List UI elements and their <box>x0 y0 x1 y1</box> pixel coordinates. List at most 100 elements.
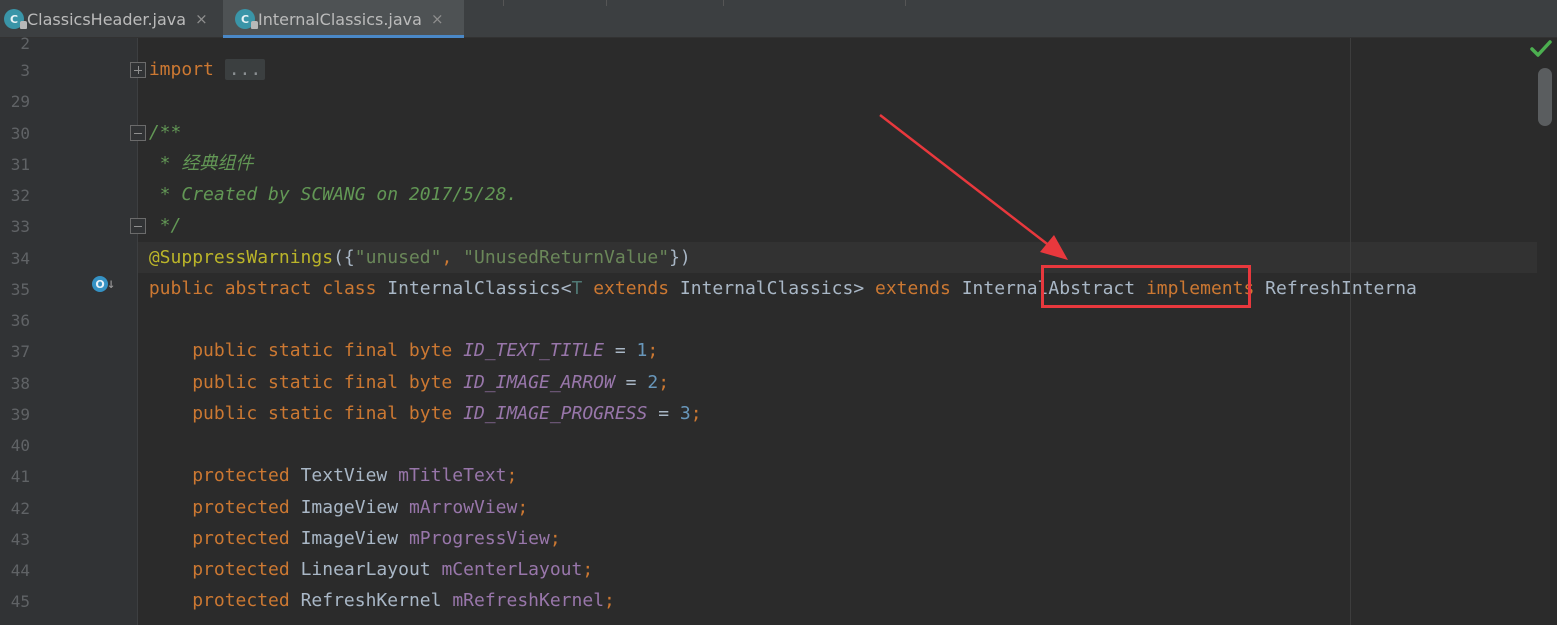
punct: ; <box>690 403 702 424</box>
code-line: * Created by SCWANG on 2017/5/28. <box>138 179 1537 210</box>
doc-comment: * Created by SCWANG on 2017/5/28. <box>148 184 518 205</box>
class-name: InternalClassics <box>387 278 561 299</box>
keyword: abstract <box>224 278 312 299</box>
line-number: 43 <box>10 530 30 549</box>
string-literal: "unused" <box>354 247 442 268</box>
field-name: mProgressView <box>408 528 550 549</box>
line-number: 45 <box>10 592 30 611</box>
punct: , <box>441 247 464 268</box>
code-line-current: @SuppressWarnings({"unused", "UnusedRetu… <box>138 242 1537 273</box>
keyword: public <box>148 278 214 299</box>
keyword: import <box>148 59 214 80</box>
punct: ; <box>517 497 529 518</box>
line-number: 41 <box>10 467 30 486</box>
line-number: 36 <box>10 311 30 330</box>
type-name: LinearLayout <box>300 559 431 580</box>
line-number: 32 <box>10 186 30 205</box>
modifier: protected <box>192 559 290 580</box>
keyword: extends <box>875 278 951 299</box>
java-class-icon: C <box>4 9 27 29</box>
line-number: 3 <box>20 61 30 80</box>
tab-label: ClassicsHeader.java <box>27 9 187 29</box>
line-number: 34 <box>10 249 30 268</box>
type-name: ImageView <box>300 497 399 518</box>
implements-method-icon[interactable]: O <box>92 276 108 292</box>
punct: > <box>853 278 865 299</box>
code-line: protected TextView mTitleText; <box>138 460 1537 491</box>
doc-comment: /** <box>148 122 182 143</box>
line-number: 31 <box>10 155 30 174</box>
line-number: 44 <box>10 561 30 580</box>
line-number: 35 <box>10 280 30 299</box>
constant-name: ID_TEXT_TITLE <box>463 340 605 361</box>
line-number: 39 <box>10 405 30 424</box>
punct: ; <box>604 590 615 611</box>
annotation: @SuppressWarnings <box>148 247 334 268</box>
code-line: * 经典组件 <box>138 148 1537 179</box>
modifiers: public static final byte <box>192 372 453 393</box>
type-name: InternalClassics <box>679 278 854 299</box>
keyword: implements <box>1145 278 1255 299</box>
code-line: */ <box>138 210 1537 241</box>
line-number: 38 <box>10 374 30 393</box>
tab-separator <box>723 0 724 6</box>
line-number: 33 <box>10 217 30 236</box>
punct: ; <box>549 528 561 549</box>
interface-name[interactable]: RefreshInterna <box>1265 278 1417 299</box>
number-literal: 3 <box>679 403 691 424</box>
code-editor[interactable]: import ... /** * 经典组件 * Created by SCWAN… <box>138 38 1537 625</box>
constant-name: ID_IMAGE_PROGRESS <box>463 403 648 424</box>
inspection-ok-icon[interactable] <box>1530 40 1552 58</box>
tab-label: InternalClassics.java <box>258 9 422 29</box>
punct: ; <box>506 465 518 486</box>
punct: ; <box>658 372 670 393</box>
tab-classics-header[interactable]: C ClassicsHeader.java × <box>0 0 222 38</box>
type-name: ImageView <box>300 528 399 549</box>
field-name: mTitleText <box>398 465 507 486</box>
punct: }) <box>669 247 691 268</box>
code-line: protected LinearLayout mCenterLayout; <box>138 554 1537 585</box>
line-number: 2 <box>20 34 30 53</box>
close-icon[interactable]: × <box>431 10 444 28</box>
line-number: 42 <box>10 499 30 518</box>
editor-tab-bar: C ClassicsHeader.java × C InternalClassi… <box>0 0 1557 38</box>
java-class-icon: C <box>235 9 258 29</box>
line-number: 40 <box>10 436 30 455</box>
vertical-scrollbar[interactable] <box>1537 38 1557 625</box>
code-line: public static final byte ID_IMAGE_ARROW … <box>138 367 1537 398</box>
punct: ; <box>582 559 594 580</box>
field-name: mCenterLayout <box>441 559 583 580</box>
code-line: protected ImageView mArrowView; <box>138 492 1537 523</box>
line-number-gutter[interactable]: 2 3 29 30 31 32 33 34 35 36 37 38 39 40 … <box>0 34 138 625</box>
arrow-down-icon: ↓ <box>107 276 116 292</box>
close-icon[interactable]: × <box>195 10 208 28</box>
tab-internal-classics[interactable]: C InternalClassics.java × <box>223 0 464 38</box>
code-line: public static final byte ID_IMAGE_PROGRE… <box>138 398 1537 429</box>
punct: = <box>604 340 637 361</box>
superclass-name[interactable]: InternalAbstract <box>962 278 1135 299</box>
field-name: mRefreshKernel <box>452 590 605 611</box>
punct: < <box>560 278 572 299</box>
code-line: import ... <box>138 54 1537 85</box>
folded-imports[interactable]: ... <box>224 59 266 80</box>
ide-window: C ClassicsHeader.java × C InternalClassi… <box>0 0 1557 625</box>
modifiers: public static final byte <box>192 340 453 361</box>
tab-separator <box>905 0 906 6</box>
line-number: 30 <box>10 124 30 143</box>
code-line: public abstract class InternalClassics<T… <box>138 273 1537 304</box>
doc-comment: * 经典组件 <box>148 153 254 174</box>
constant-name: ID_IMAGE_ARROW <box>463 372 615 393</box>
right-margin-guide <box>1350 38 1351 625</box>
code-line: public static final byte ID_TEXT_TITLE =… <box>138 335 1537 366</box>
code-line: /** <box>138 117 1537 148</box>
code-line: protected RefreshKernel mRefreshKernel; <box>138 585 1537 616</box>
punct: ; <box>647 340 659 361</box>
modifier: protected <box>192 590 290 611</box>
type-name: RefreshKernel <box>300 590 442 611</box>
punct: ({ <box>333 247 355 268</box>
number-literal: 2 <box>647 372 659 393</box>
modifier: protected <box>192 465 290 486</box>
modifiers: public static final byte <box>192 403 453 424</box>
code-line: protected ImageView mProgressView; <box>138 523 1537 554</box>
scrollbar-thumb[interactable] <box>1538 68 1552 126</box>
